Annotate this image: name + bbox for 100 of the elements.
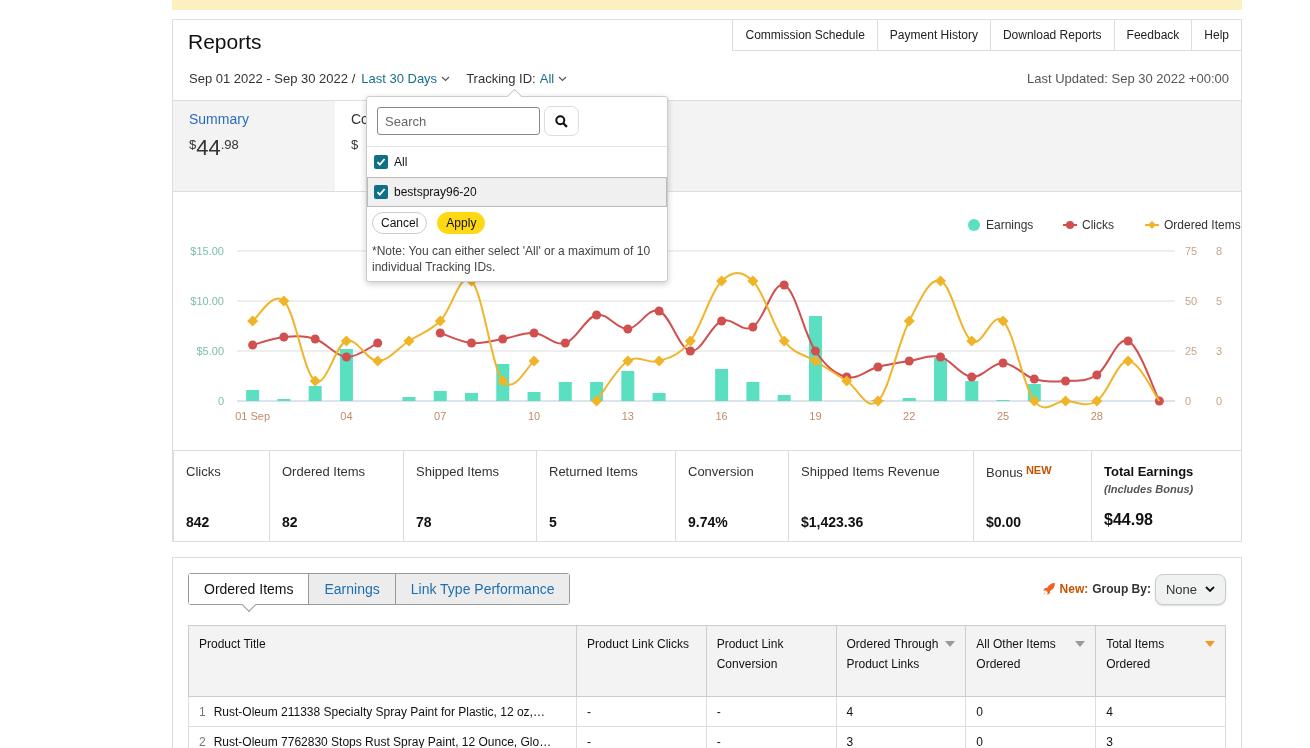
data-point [778, 335, 790, 347]
table-cell: 4 [836, 696, 966, 727]
data-point [1028, 395, 1040, 407]
group-by-select[interactable]: None [1154, 573, 1226, 605]
data-point [278, 295, 290, 307]
metric-label: Conversion [688, 464, 754, 479]
axis-label: 50 [1185, 295, 1198, 307]
checkbox[interactable] [374, 185, 388, 199]
data-point [591, 395, 603, 407]
currency-sign: $ [189, 137, 197, 152]
data-point [684, 335, 696, 347]
search-button[interactable] [544, 106, 579, 136]
data-point [967, 372, 977, 382]
earnings-bar [558, 382, 572, 401]
data-point [841, 375, 853, 387]
metric-label: Shipped Items [416, 464, 500, 479]
legend-dot-icon [968, 219, 980, 231]
metric-label: Shipped Items Revenue [801, 464, 940, 479]
metric-label: Clicks [186, 464, 221, 479]
data-point [248, 340, 258, 350]
data-point [622, 355, 634, 367]
axis-label: 0 [1215, 395, 1223, 407]
data-point [435, 328, 445, 338]
search-field[interactable]: Search [377, 107, 540, 135]
axis-label: $5.00 [196, 345, 224, 357]
tracking-label: Tracking ID: [466, 71, 536, 86]
earnings-bar [465, 393, 478, 401]
search-icon [555, 114, 568, 128]
data-point [498, 334, 508, 344]
data-point [1029, 374, 1039, 384]
data-point [904, 356, 914, 366]
metric-value: 78 [416, 514, 432, 530]
product-title[interactable]: Rust-Oleum 211338 Specialty Spray Paint for Plastic, 12 oz,… [213, 704, 545, 719]
earnings-bar [527, 392, 541, 401]
report-tab[interactable]: Earnings [308, 574, 395, 604]
earnings-bar [652, 393, 666, 401]
data-point [434, 315, 446, 327]
report-tab[interactable]: Link Type Performance [394, 574, 570, 604]
metric-label: Bonus [986, 465, 1023, 480]
column-header[interactable]: Product Link Conversion [706, 625, 836, 697]
metric-note: (Includes Bonus) [1104, 483, 1195, 495]
earnings-bar [902, 398, 916, 401]
metric-value: 82 [282, 514, 298, 530]
row-index: 2 [199, 734, 206, 748]
sort-icon[interactable] [1075, 641, 1086, 647]
axis-label: 13 [621, 410, 634, 422]
period-dropdown[interactable]: Last 30 Days [361, 71, 438, 86]
nav-link[interactable]: Commission Schedule [732, 20, 877, 50]
legend-line-icon [1144, 221, 1160, 229]
data-point [748, 322, 758, 332]
new-feature-label: New: [1059, 582, 1089, 596]
option-label[interactable]: bestspray96-20 [394, 185, 477, 199]
column-header[interactable]: Product Title [188, 625, 577, 697]
checkbox[interactable] [374, 155, 388, 169]
table-cell: - [576, 696, 707, 727]
option-row[interactable]: bestspray96-20 [367, 177, 667, 207]
axis-label: $10.00 [190, 295, 224, 307]
nav-link[interactable]: Payment History [876, 20, 990, 50]
column-header[interactable]: Ordered Through Product Links [836, 625, 966, 697]
product-title[interactable]: Rust-Oleum 7762830 Stops Rust Spray Paint, 12 Ounce, Glo… [213, 734, 552, 748]
data-point [310, 334, 320, 344]
data-point [966, 335, 978, 347]
sort-icon[interactable] [945, 641, 956, 647]
amount: 44 [196, 135, 221, 161]
data-point [809, 355, 821, 367]
column-header[interactable]: Total Items Ordered [1095, 625, 1226, 697]
data-point [747, 275, 759, 287]
earnings-bar [965, 381, 979, 401]
nav-link[interactable]: Help [1191, 20, 1241, 50]
data-point [717, 316, 727, 326]
note-text: *Note: You can either select 'All' or a maximum of 10 individual Tracking IDs. [371, 243, 652, 276]
metric-label: Returned Items [549, 464, 638, 479]
axis-label: 16 [715, 410, 728, 422]
column-header[interactable]: Product Link Clicks [576, 625, 707, 697]
metric-value: $1,423.36 [801, 514, 864, 530]
data-point [653, 355, 665, 367]
data-point [903, 315, 915, 327]
data-point [623, 324, 633, 334]
data-point [247, 315, 259, 327]
tracking-dropdown[interactable]: All [539, 71, 555, 86]
tab-label: Summary [189, 111, 249, 127]
axis-label: $15.00 [190, 245, 224, 257]
data-point [810, 346, 820, 356]
data-point [935, 275, 946, 287]
earnings-bar [746, 382, 760, 401]
apply-button[interactable]: Apply [437, 212, 486, 234]
data-point [1154, 396, 1164, 406]
axis-label: 25 [1185, 345, 1198, 357]
data-point [403, 335, 415, 347]
nav-link[interactable]: Feedback [1113, 20, 1192, 50]
column-header[interactable]: All Other Items Ordered [965, 625, 1096, 697]
option-label[interactable]: All [394, 155, 408, 169]
cancel-button[interactable]: Cancel [372, 212, 428, 234]
axis-label: 04 [340, 410, 353, 422]
data-point [528, 355, 540, 367]
earnings-bar [433, 391, 447, 401]
nav-link[interactable]: Download Reports [989, 20, 1114, 50]
legend-label: Clicks [1082, 218, 1114, 232]
data-point [1092, 370, 1102, 380]
new-tag-text: NEW [1025, 464, 1052, 476]
